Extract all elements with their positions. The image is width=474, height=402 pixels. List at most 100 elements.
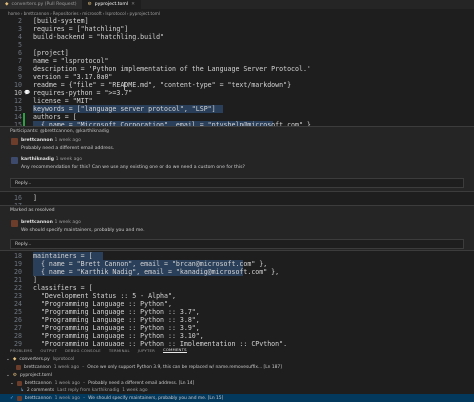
tree-comment-row[interactable]: ✓ brettcannon 1 week ago – We should spe…	[0, 394, 474, 402]
comment-snippet: We should specify maintainers, probably …	[88, 395, 224, 401]
comment-body: We should specify maintainers, probably …	[21, 228, 145, 233]
code-line: description = 'Python implementation of …	[33, 65, 311, 73]
line-number: 10	[14, 81, 22, 89]
comment-author: brettcannon	[24, 364, 51, 370]
line-number: 9	[18, 73, 22, 81]
tree-comment-row[interactable]: brettcannon 1 week ago – Once we only su…	[0, 363, 474, 371]
reply-time: 1 week ago	[122, 387, 148, 393]
thread-status: Marked as resolved	[10, 208, 55, 213]
code-editor-bottom[interactable]: 18 maintainers = [ 19 { name = "Brett Ca…	[0, 252, 474, 348]
line-number: 27	[14, 324, 22, 332]
file-dir: lsprotocol	[52, 356, 75, 362]
breadcrumb-item[interactable]: Repositories	[53, 11, 79, 16]
tab-converters[interactable]: ◆ converters.py (Pull Request)	[0, 0, 83, 9]
breadcrumb-item[interactable]: pyproject.toml	[130, 11, 160, 16]
reply-input[interactable]: Reply...	[10, 178, 464, 188]
code-line: [build-system]	[33, 17, 89, 25]
comment-time: 1 week ago	[54, 220, 81, 225]
breadcrumb: home › brettcannon › Repositories › microso…	[8, 10, 160, 16]
line-number: 20	[14, 268, 22, 276]
comment-time: 1 week ago	[54, 380, 80, 386]
code-line: authors = [	[33, 113, 77, 121]
tab-pyproject[interactable]: ⚙ pyproject.toml ✕	[82, 0, 141, 9]
panel-tabs: PROBLEMS OUTPUT DEBUG CONSOLE TERMINAL J…	[0, 346, 474, 354]
comment-author: brettcannon	[24, 395, 52, 401]
check-icon: ✓	[10, 395, 14, 401]
line-number: 25	[14, 308, 22, 316]
code-line: name = "lsprotocol"	[33, 57, 109, 65]
code-line: { name = "Karthik Nadig", email = "kanad…	[33, 268, 280, 276]
code-line: "Programming Language :: Python :: 3.10"…	[33, 332, 204, 340]
tab-jupyter[interactable]: JUPYTER	[138, 348, 155, 353]
code-line: "Programming Language :: Python :: 3.9",	[33, 324, 200, 332]
comment-gutter-icon[interactable]: 💬	[24, 89, 30, 97]
tab-debug-console[interactable]: DEBUG CONSOLE	[65, 348, 101, 353]
line-number: 26	[14, 316, 22, 324]
comment-thread-resolved: Marked as resolved brettcannon 1 week ag…	[0, 205, 474, 251]
breadcrumb-item[interactable]: home	[8, 11, 20, 16]
line-number: 8	[18, 65, 22, 73]
code-line: version = "3.17.0a0"	[33, 73, 113, 81]
line-number: 16	[14, 194, 22, 202]
chevron-down-icon[interactable]: ⌄	[6, 357, 10, 362]
chevron-down-icon[interactable]: ⌄	[10, 381, 14, 386]
line-number: 4	[18, 33, 22, 41]
thread-participants: Participants: @brettcannon, @karthiknadi…	[10, 129, 109, 134]
comment-author: karthiknadig 1 week ago	[21, 157, 83, 162]
comment-snippet: Probably need a different email address.…	[88, 380, 195, 386]
code-line: "Development Status :: 5 - Alpha",	[33, 292, 176, 300]
tab-problems[interactable]: PROBLEMS	[10, 348, 32, 353]
python-file-icon: ◆	[5, 2, 9, 7]
comment-thread: Participants: @brettcannon, @karthiknadi…	[0, 126, 474, 192]
tree-file-row[interactable]: ⌄ ◆ converters.py lsprotocol	[0, 355, 474, 363]
breadcrumb-item[interactable]: lsprotocol	[105, 11, 125, 16]
reply-input[interactable]: Reply...	[10, 239, 464, 249]
last-reply: Last reply from karthiknadig	[57, 387, 120, 393]
comment-body: Any recommendation for this? Can we use …	[21, 165, 245, 170]
code-line: requires = ["hatchling"]	[33, 25, 129, 33]
tab-output[interactable]: OUTPUT	[40, 348, 57, 353]
code-line: "Programming Language :: Python :: 3.8",	[33, 316, 200, 324]
tab-comments[interactable]: COMMENTS	[162, 347, 187, 353]
line-number: 23	[14, 292, 22, 300]
line-number: 6	[18, 49, 22, 57]
code-line: "Programming Language :: Python",	[33, 300, 172, 308]
avatar	[16, 380, 22, 386]
code-line: keywords = ["language server protocol", …	[33, 105, 216, 113]
code-line: { name = "Brett Cannon", email = "brcan@…	[33, 260, 268, 268]
line-number: 14	[14, 113, 22, 121]
tab-label: pyproject.toml	[94, 2, 129, 7]
file-name: pyproject.toml	[19, 372, 52, 378]
avatar	[11, 157, 18, 164]
code-line: build-backend = "hatchling.build"	[33, 33, 165, 41]
code-line: maintainers = [	[33, 252, 93, 260]
line-number: 2	[18, 17, 22, 25]
line-number: 22	[14, 284, 22, 292]
tree-replies-row[interactable]: ↳ 2 comments Last reply from karthiknadi…	[0, 386, 474, 394]
chevron-down-icon[interactable]: ⌄	[6, 373, 10, 378]
toml-file-icon: ⚙	[12, 372, 17, 378]
code-line: classifiers = [	[33, 284, 93, 292]
breadcrumb-item[interactable]: brettcannon	[24, 11, 50, 16]
tree-file-row[interactable]: ⌄ ⚙ pyproject.toml	[0, 371, 474, 379]
close-icon[interactable]: ✕	[131, 2, 135, 7]
comment-author: brettcannon 1 week ago	[21, 220, 81, 225]
code-line: [project]	[33, 49, 69, 57]
code-editor-top[interactable]: 2 [build-system] 3 requires = ["hatchlin…	[0, 17, 474, 129]
line-number: 24	[14, 300, 22, 308]
comment-author: brettcannon 1 week ago	[21, 138, 81, 143]
comment-body: Probably need a different email address.	[21, 146, 115, 151]
line-number: 7	[18, 57, 22, 65]
code-line: "Programming Language :: Python :: 3.7",	[33, 308, 200, 316]
code-line: ]	[33, 276, 37, 284]
breadcrumb-item[interactable]: microsoft	[82, 11, 102, 16]
comment-snippet: Once we only support Python 3.9, this ca…	[87, 364, 282, 370]
avatar	[11, 220, 18, 227]
tab-terminal[interactable]: TERMINAL	[109, 348, 130, 353]
file-name: converters.py	[19, 356, 50, 362]
line-number: 3	[18, 25, 22, 33]
comment-author: brettcannon	[24, 380, 52, 386]
comment-time: 1 week ago	[54, 138, 81, 143]
line-number: 10	[14, 89, 22, 97]
code-line: license = "MIT"	[33, 97, 93, 105]
